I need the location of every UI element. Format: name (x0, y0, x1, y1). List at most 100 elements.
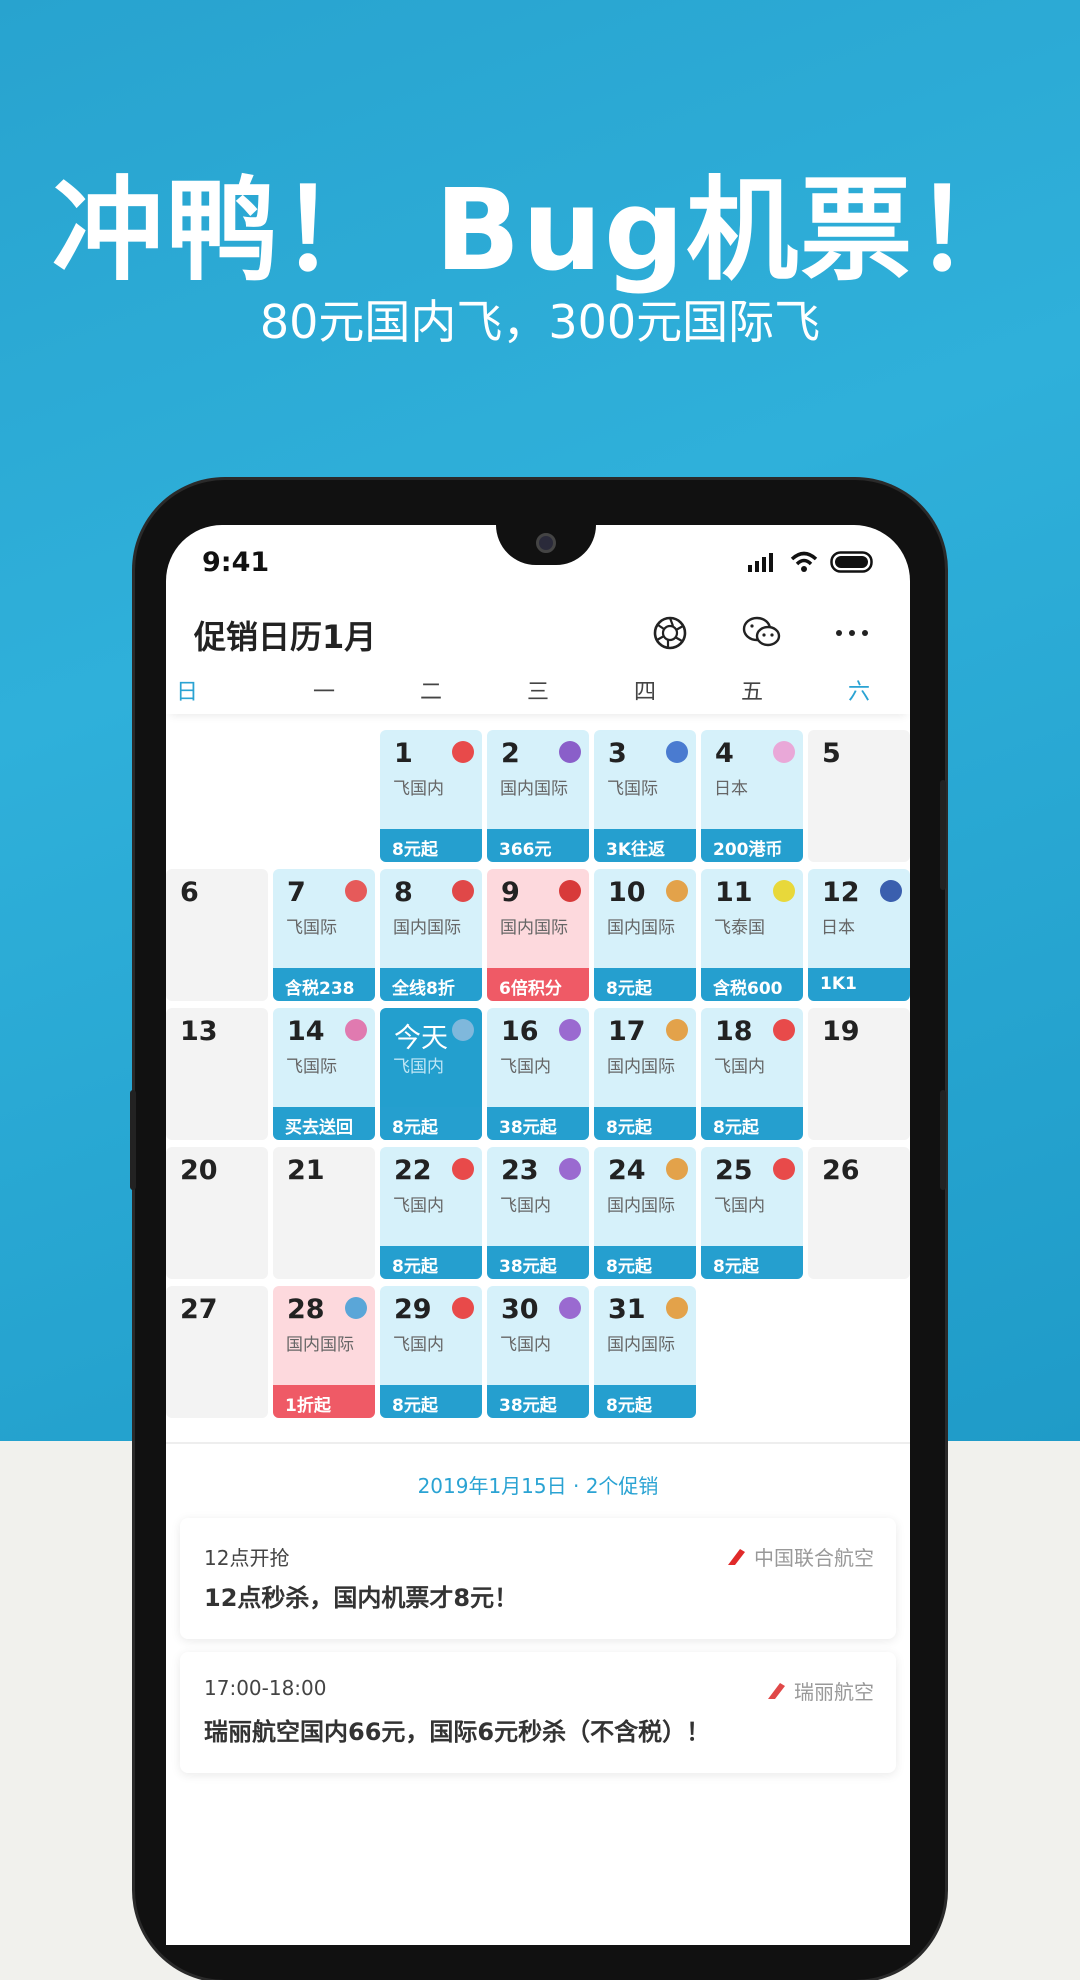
day-price-tag: 200港币 (701, 829, 803, 862)
phone-side-button (130, 1090, 136, 1190)
day-price-tag: 买去送回 (273, 1107, 375, 1140)
day-number: 18 (715, 1016, 753, 1047)
calendar-day[interactable]: 4 日本 200港币 (701, 730, 803, 862)
shutter-icon[interactable] (650, 613, 690, 653)
camera-icon (536, 533, 556, 553)
calendar-day[interactable]: 13 (166, 1008, 268, 1140)
calendar-day[interactable]: 12 日本 1K1 (808, 869, 910, 1001)
day-price-tag: 8元起 (380, 1246, 482, 1279)
airline-logo-icon (452, 741, 474, 763)
day-number: 13 (180, 1016, 218, 1047)
day-price-tag: 8元起 (594, 1385, 696, 1418)
day-number: 22 (394, 1155, 432, 1186)
deal-airline: 瑞丽航空 (766, 1676, 874, 1705)
calendar-day[interactable]: 17 国内国际 8元起 (594, 1008, 696, 1140)
day-number: 24 (608, 1155, 646, 1186)
airline-logo-icon (773, 741, 795, 763)
day-number: 27 (180, 1294, 218, 1325)
day-route: 飞国内 (500, 1057, 551, 1077)
phone-side-button (940, 1090, 946, 1190)
airline-logo-icon (666, 1158, 688, 1180)
day-route: 日本 (714, 779, 748, 799)
deal-card[interactable]: 12点开抢 中国联合航空 12点秒杀，国内机票才8元！ (180, 1518, 896, 1639)
calendar-day[interactable]: 1 飞国内 8元起 (380, 730, 482, 862)
day-number: 5 (822, 738, 841, 769)
day-number: 17 (608, 1016, 646, 1047)
divider (166, 1442, 910, 1444)
airline-logo-icon (452, 1158, 474, 1180)
calendar-day[interactable]: 31 国内国际 8元起 (594, 1286, 696, 1418)
day-number: 12 (822, 877, 860, 908)
day-price-tag: 8元起 (594, 1107, 696, 1140)
day-number: 1 (394, 738, 413, 769)
day-route: 国内国际 (500, 918, 568, 938)
day-price-tag: 3K往返 (594, 829, 696, 862)
calendar-day[interactable]: 29 飞国内 8元起 (380, 1286, 482, 1418)
calendar-day[interactable]: 7 飞国际 含税238 (273, 869, 375, 1001)
calendar-day[interactable]: 19 (808, 1008, 910, 1140)
airline-logo-icon (666, 1019, 688, 1041)
day-route: 国内国际 (607, 1196, 675, 1216)
calendar-day[interactable]: 10 国内国际 8元起 (594, 869, 696, 1001)
airline-logo-icon (452, 1297, 474, 1319)
page-title: 促销日历1月 (194, 618, 377, 656)
airline-logo-icon (559, 1297, 581, 1319)
day-number: 今天 (394, 1023, 448, 1054)
day-number: 26 (822, 1155, 860, 1186)
wechat-icon[interactable] (742, 613, 782, 653)
calendar-day[interactable]: 14 飞国际 买去送回 (273, 1008, 375, 1140)
calendar-day[interactable]: 5 (808, 730, 910, 862)
day-number: 7 (287, 877, 306, 908)
day-route: 飞国内 (500, 1335, 551, 1355)
airline-logo-icon (768, 1682, 785, 1699)
calendar-day[interactable]: 9 国内国际 6倍积分 (487, 869, 589, 1001)
calendar-day[interactable]: 8 国内国际 全线8折 (380, 869, 482, 1001)
more-icon[interactable] (832, 613, 872, 653)
day-route: 飞国际 (607, 779, 658, 799)
day-price-tag: 8元起 (380, 1107, 482, 1140)
airline-logo-icon (666, 880, 688, 902)
airline-logo-icon (773, 1019, 795, 1041)
calendar-day[interactable]: 16 飞国内 38元起 (487, 1008, 589, 1140)
calendar-day[interactable]: 25 飞国内 8元起 (701, 1147, 803, 1279)
calendar-day[interactable]: 6 (166, 869, 268, 1001)
calendar-day[interactable]: 27 (166, 1286, 268, 1418)
day-price-tag: 38元起 (487, 1246, 589, 1279)
deal-card[interactable]: 17:00-18:00 瑞丽航空 瑞丽航空国内66元，国际6元秒杀（不含税）！ (180, 1652, 896, 1773)
calendar-day[interactable]: 今天 飞国内 8元起 (380, 1008, 482, 1140)
deal-time: 17:00-18:00 (204, 1676, 327, 1700)
day-number: 8 (394, 877, 413, 908)
day-number: 6 (180, 877, 199, 908)
airline-logo-icon (666, 741, 688, 763)
airline-logo-icon (559, 880, 581, 902)
weekday-label: 三 (526, 680, 549, 705)
airline-logo-icon (728, 1548, 745, 1565)
calendar-day[interactable]: 2 国内国际 366元 (487, 730, 589, 862)
day-price-tag: 全线8折 (380, 968, 482, 1001)
app-screen: 9:41 促销日历1月 日 一 二 三 四 五 六 1 飞国内 8元起 2 国内国际 366元 3 飞国际… (166, 525, 910, 1945)
airline-logo-icon (880, 880, 902, 902)
calendar-day[interactable]: 28 国内国际 1折起 (273, 1286, 375, 1418)
day-route: 飞国际 (286, 918, 337, 938)
calendar-day[interactable]: 11 飞泰国 含税600 (701, 869, 803, 1001)
calendar-day[interactable]: 21 (273, 1147, 375, 1279)
wifi-icon (790, 551, 818, 572)
day-number: 14 (287, 1016, 325, 1047)
calendar-day[interactable]: 24 国内国际 8元起 (594, 1147, 696, 1279)
calendar-day[interactable]: 18 飞国内 8元起 (701, 1008, 803, 1140)
calendar-day[interactable]: 23 飞国内 38元起 (487, 1147, 589, 1279)
day-price-tag: 8元起 (701, 1246, 803, 1279)
day-number: 30 (501, 1294, 539, 1325)
calendar-day[interactable]: 3 飞国际 3K往返 (594, 730, 696, 862)
calendar-day[interactable]: 20 (166, 1147, 268, 1279)
day-route: 飞国内 (393, 779, 444, 799)
deal-title: 瑞丽航空国内66元，国际6元秒杀（不含税）！ (204, 1718, 711, 1746)
calendar-day[interactable]: 30 飞国内 38元起 (487, 1286, 589, 1418)
battery-icon (830, 551, 873, 573)
day-number: 29 (394, 1294, 432, 1325)
deal-title: 12点秒杀，国内机票才8元！ (204, 1584, 519, 1612)
calendar-day[interactable]: 22 飞国内 8元起 (380, 1147, 482, 1279)
calendar-day[interactable]: 26 (808, 1147, 910, 1279)
day-price-tag: 8元起 (380, 829, 482, 862)
phone-side-button (940, 780, 946, 890)
